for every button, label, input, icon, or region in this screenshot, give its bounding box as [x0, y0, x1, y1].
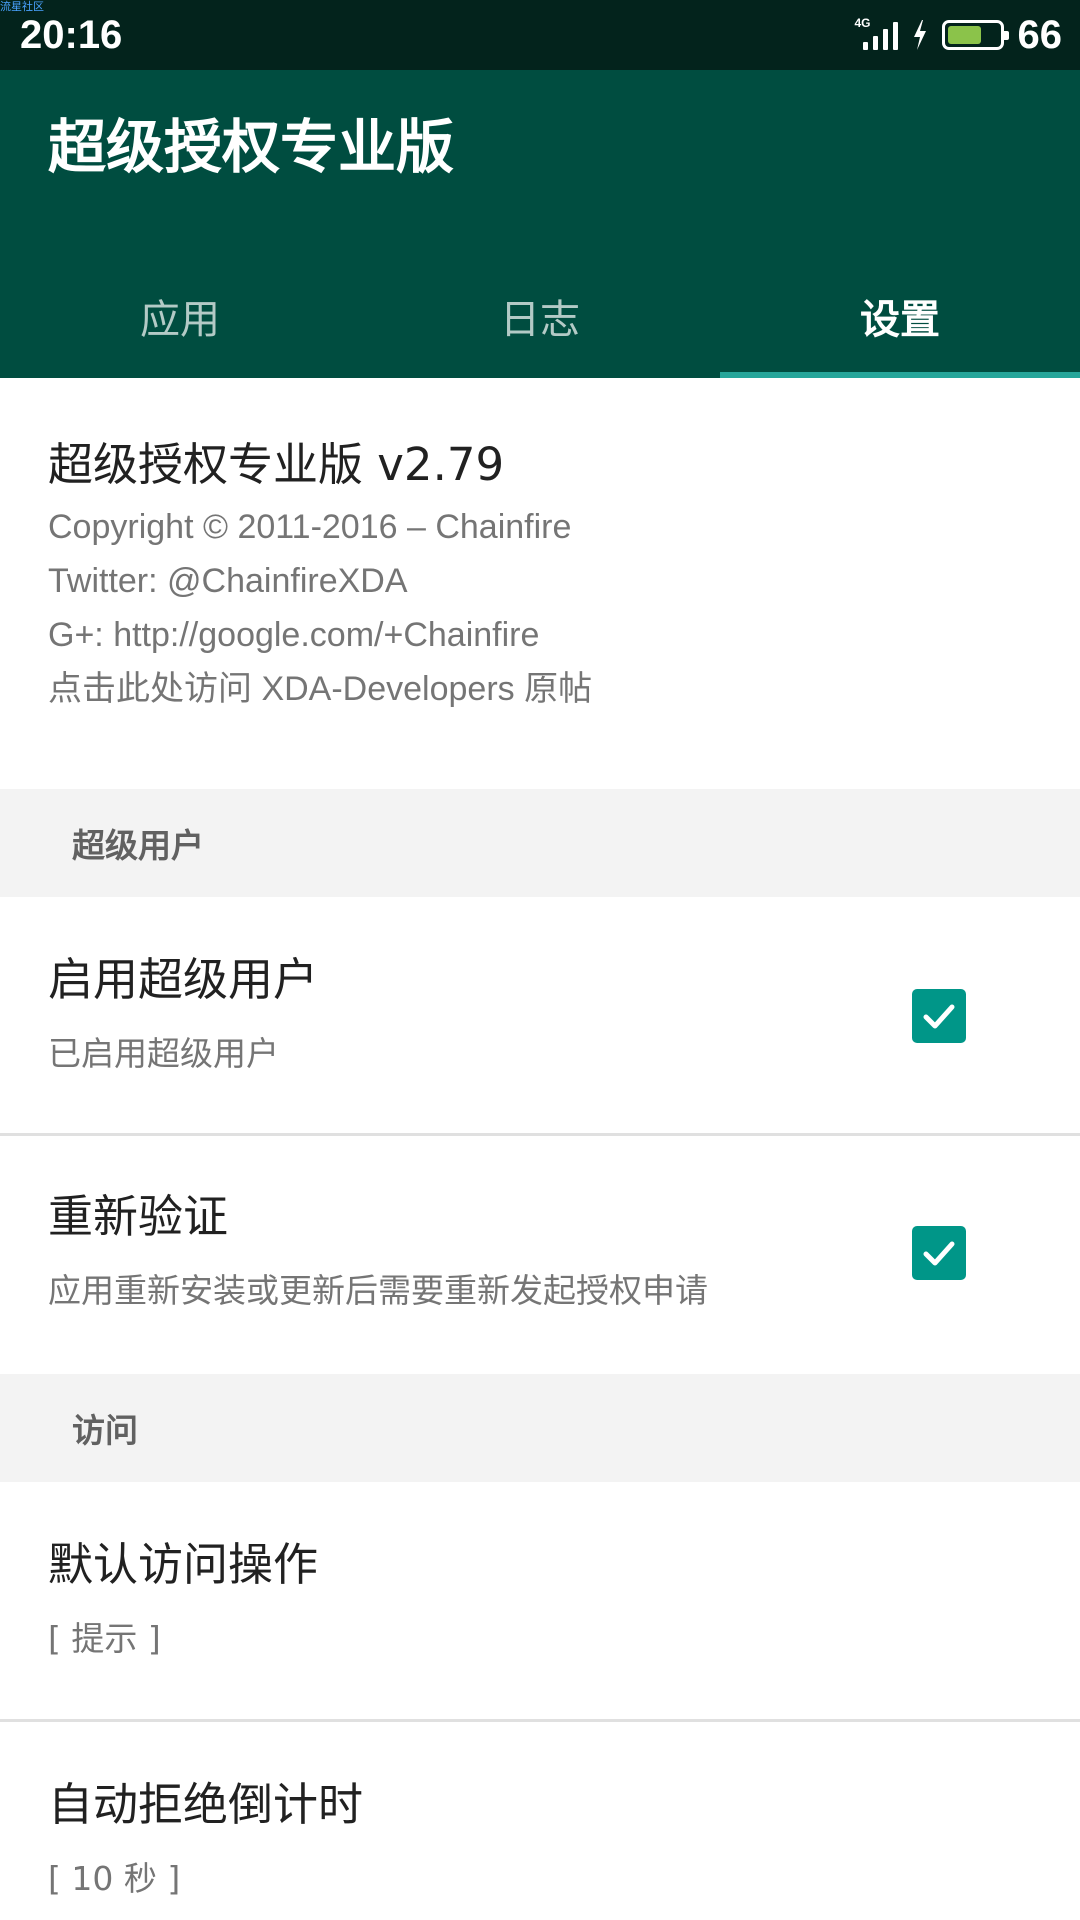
about-title: 超级授权专业版 v2.79 — [48, 438, 505, 491]
enable-superuser-checkbox[interactable] — [912, 989, 966, 1043]
status-time: 20:16 — [20, 13, 123, 57]
status-icons: 4G 66 — [854, 10, 1062, 60]
section-header-superuser: 超级用户 — [0, 789, 1080, 897]
about-copyright: Copyright © 2011-2016 – Chainfire — [48, 508, 572, 546]
battery-icon — [941, 20, 1009, 50]
section-header-access: 访问 — [0, 1374, 1080, 1482]
checkmark-icon — [923, 1241, 955, 1266]
pref-title: 默认访问操作 — [48, 1538, 319, 1591]
battery-percentage: 66 — [1017, 12, 1063, 57]
tab-apps[interactable]: 应用 — [0, 260, 360, 378]
about-xda-link[interactable]: 点击此处访问 XDA-Developers 原帖 — [48, 662, 1032, 716]
pref-default-access[interactable]: 默认访问操作 [ 提示 ] — [0, 1530, 1080, 1664]
about-gplus: G+: http://google.com/+Chainfire — [48, 616, 540, 654]
app-title: 超级授权专业版 — [48, 113, 455, 181]
about-panel[interactable]: 超级授权专业版 v2.79 Copyright © 2011-2016 – Ch… — [0, 378, 1080, 788]
app-bar: 超级授权专业版 应用 日志 设置 — [0, 70, 1080, 378]
pref-summary: [ 10 秒 ] — [48, 1859, 181, 1898]
divider — [0, 1133, 1080, 1136]
tab-bar: 应用 日志 设置 — [0, 260, 1080, 378]
reauthenticate-checkbox[interactable] — [912, 1226, 966, 1280]
tab-settings[interactable]: 设置 — [720, 260, 1080, 378]
divider — [0, 1719, 1080, 1722]
pref-summary: [ 提示 ] — [48, 1619, 161, 1658]
about-twitter: Twitter: @ChainfireXDA — [48, 562, 408, 600]
pref-title: 自动拒绝倒计时 — [48, 1778, 364, 1831]
charging-bolt-icon — [913, 20, 926, 50]
battery-level-fill — [947, 26, 981, 44]
pref-auto-deny-countdown[interactable]: 自动拒绝倒计时 [ 10 秒 ] — [0, 1770, 1080, 1904]
status-bar: 流星社区 20:16 4G 66 — [0, 0, 1080, 70]
tab-logs[interactable]: 日志 — [360, 260, 720, 378]
network-type-label: 4G — [854, 16, 871, 30]
checkmark-icon — [923, 1004, 955, 1029]
